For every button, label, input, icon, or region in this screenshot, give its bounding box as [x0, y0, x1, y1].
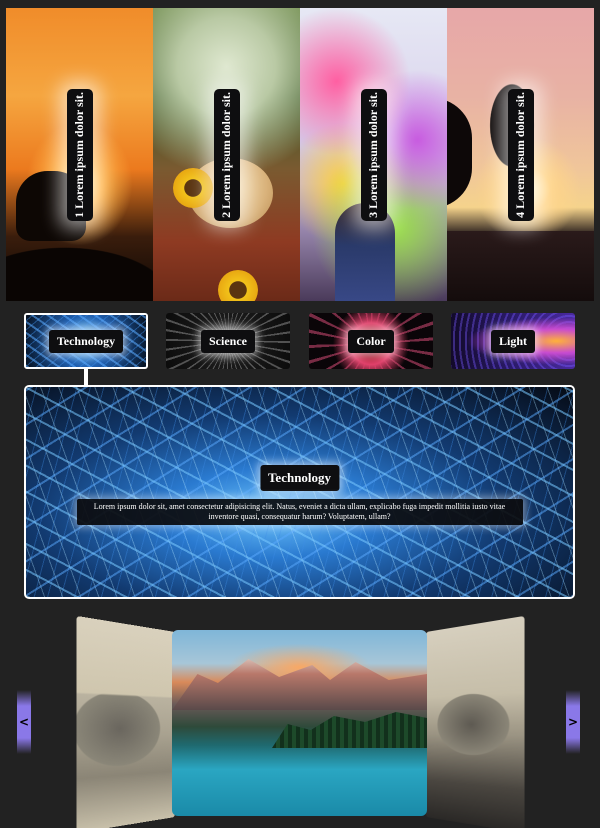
category-tabs: Technology Science Color Light: [24, 313, 576, 369]
tab-label: Color: [348, 329, 394, 353]
carousel-next-button[interactable]: >: [566, 690, 580, 754]
mountain-lake-image: [172, 659, 427, 710]
technology-hero-image: [26, 387, 573, 597]
carousel-slide-left[interactable]: [76, 615, 175, 828]
image-gallery: 1 Lorem ipsum dolor sit. 2 Lorem ipsum d…: [6, 8, 594, 301]
feature-card: Technology Lorem ipsum dolor sit, amet c…: [24, 385, 575, 599]
chevron-right-icon: >: [567, 715, 579, 729]
tab-technology[interactable]: Technology: [24, 313, 148, 369]
tab-label: Science: [201, 329, 255, 353]
gallery-panel-4[interactable]: 4 Lorem ipsum dolor sit.: [447, 8, 594, 301]
feature-title: Technology: [259, 465, 340, 491]
gallery-panel-label: 1 Lorem ipsum dolor sit.: [66, 88, 93, 221]
tab-label: Technology: [48, 329, 124, 353]
tab-light[interactable]: Light: [451, 313, 575, 369]
tab-label: Light: [490, 329, 535, 353]
tab-science[interactable]: Science: [166, 313, 290, 369]
active-tab-connector: [84, 369, 88, 385]
gallery-panel-label: 3 Lorem ipsum dolor sit.: [360, 88, 387, 221]
carousel-prev-button[interactable]: <: [17, 690, 31, 754]
gallery-panel-label: 2 Lorem ipsum dolor sit.: [213, 88, 240, 221]
chevron-left-icon: <: [18, 715, 30, 729]
gallery-panel-3[interactable]: 3 Lorem ipsum dolor sit.: [300, 8, 447, 301]
carousel-slide-right[interactable]: [426, 615, 525, 828]
carousel-slide-active[interactable]: [172, 630, 427, 816]
gallery-panel-label: 4 Lorem ipsum dolor sit.: [507, 88, 534, 221]
feature-description: Lorem ipsum dolor sit, amet consectetur …: [76, 499, 523, 525]
image-carousel: < >: [0, 615, 600, 828]
gallery-panel-2[interactable]: 2 Lorem ipsum dolor sit.: [153, 8, 300, 301]
tab-color[interactable]: Color: [309, 313, 433, 369]
gallery-panel-1[interactable]: 1 Lorem ipsum dolor sit.: [6, 8, 153, 301]
